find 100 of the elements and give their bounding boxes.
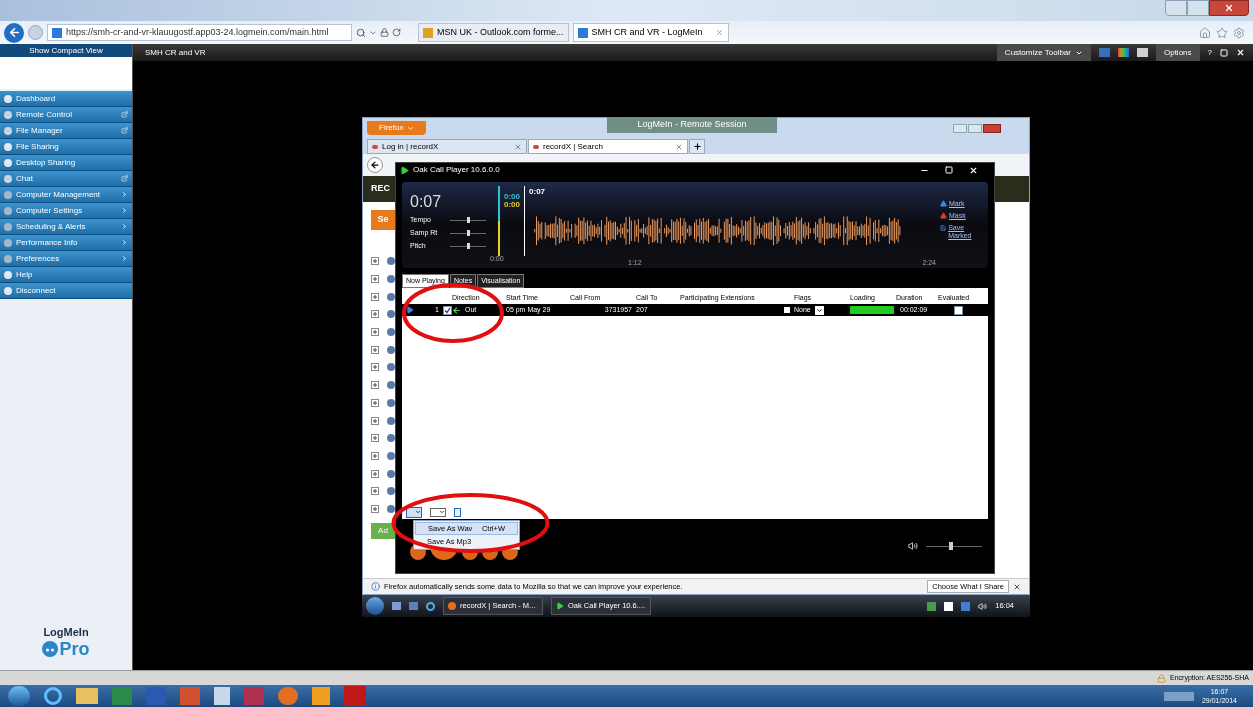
popout-icon	[121, 175, 128, 182]
export-dropdown-button[interactable]	[430, 507, 446, 517]
tab-icon	[372, 144, 378, 149]
info-icon	[371, 582, 380, 591]
caret-icon	[121, 191, 128, 198]
back-arrow-icon	[370, 160, 380, 170]
firefox-icon[interactable]	[278, 687, 298, 705]
expand-icon[interactable]	[371, 416, 379, 425]
document-icon[interactable]	[454, 507, 461, 517]
caret-icon	[415, 509, 421, 515]
maximize-icon[interactable]	[945, 165, 953, 174]
close-icon[interactable]	[1013, 582, 1021, 591]
star-icon[interactable]	[1216, 26, 1228, 39]
close-icon[interactable]	[1236, 48, 1245, 57]
expand-icon[interactable]	[371, 257, 379, 266]
search-icon[interactable]	[356, 27, 366, 38]
marker-time: 0:00	[504, 193, 520, 201]
expand-icon[interactable]	[371, 328, 379, 337]
expand-icon[interactable]	[371, 310, 379, 319]
expand-icon[interactable]	[371, 504, 379, 513]
expand-icon[interactable]	[371, 381, 379, 390]
caret-icon	[121, 255, 128, 262]
slider-thumb[interactable]	[466, 243, 470, 249]
slider-thumb[interactable]	[466, 230, 470, 236]
back-button[interactable]	[367, 157, 383, 173]
expand-icon[interactable]	[371, 345, 379, 354]
sidebar-item[interactable]: Computer Settings	[0, 203, 132, 219]
customize-toolbar-button[interactable]: Customize Toolbar	[996, 44, 1091, 61]
slider-thumb[interactable]	[466, 217, 470, 223]
speaker-icon	[978, 601, 988, 611]
sidebar-item[interactable]: Scheduling & Alerts	[0, 219, 132, 235]
help-button[interactable]: ?	[1207, 46, 1212, 59]
screen-icon[interactable]	[1098, 48, 1110, 57]
expand-icon[interactable]	[371, 275, 379, 284]
sidebar-item[interactable]: File Manager	[0, 123, 132, 139]
popout-icon	[121, 111, 128, 118]
network-icon	[961, 601, 971, 611]
home-icon[interactable]	[1199, 26, 1211, 39]
popout-icon	[121, 127, 128, 134]
player-title: Oak Call Player 10.6.0.0	[413, 164, 500, 176]
browser-tab[interactable]: SMH CR and VR - LogMeIn	[572, 23, 729, 42]
browser-tab[interactable]: MSN UK - Outlook.com forme...	[418, 23, 569, 42]
sidebar-item[interactable]: File Sharing	[0, 139, 132, 155]
start-orb-icon[interactable]	[366, 597, 384, 615]
save-icon	[940, 224, 947, 232]
sidebar-item[interactable]: Dashboard	[0, 91, 132, 107]
sidebar-item[interactable]: Help	[0, 267, 132, 283]
toolbar-title: SMH CR and VR	[145, 46, 206, 59]
browser-tab[interactable]: recordX | Search	[528, 139, 688, 154]
plus-icon	[692, 142, 702, 151]
save-dropdown-button[interactable]	[406, 506, 422, 518]
lock-icon	[1157, 673, 1166, 683]
arrow-icon	[452, 305, 461, 315]
browser-tab[interactable]: Log in | recordX	[367, 139, 527, 154]
maximize-icon[interactable]	[1220, 48, 1228, 57]
back-arrow-icon	[7, 26, 21, 39]
expand-icon[interactable]	[371, 292, 379, 301]
lock-icon	[380, 28, 389, 37]
close-icon[interactable]	[969, 165, 978, 175]
volume-thumb[interactable]	[949, 541, 954, 550]
caret-icon	[815, 306, 823, 314]
dropdown-button[interactable]	[814, 305, 824, 315]
sidebar-item[interactable]: Desktop Sharing	[0, 155, 132, 171]
tray-icons[interactable]	[1163, 691, 1194, 701]
sidebar-item[interactable]: Computer Management	[0, 187, 132, 203]
expand-icon[interactable]	[371, 363, 379, 372]
expand-icon[interactable]	[371, 487, 379, 496]
caret-icon	[121, 239, 128, 246]
sidebar-item[interactable]: Chat	[0, 171, 132, 187]
caret-icon	[121, 223, 128, 230]
refresh-icon[interactable]	[392, 28, 401, 37]
site-icon	[423, 27, 433, 38]
expand-icon[interactable]	[371, 451, 379, 460]
new-tab-button[interactable]	[689, 139, 705, 154]
close-button[interactable]	[1209, 0, 1249, 16]
browser-icon[interactable]	[426, 601, 435, 611]
checkbox[interactable]	[953, 305, 963, 315]
compact-view-toggle[interactable]: Show Compact View	[0, 44, 132, 57]
tab-icon	[533, 144, 539, 149]
options-button[interactable]: Options	[1155, 44, 1200, 61]
expand-icon[interactable]	[371, 398, 379, 407]
close-button[interactable]	[983, 123, 1001, 133]
caret-icon	[121, 207, 128, 214]
caret-icon	[439, 509, 445, 515]
address-field[interactable]: https://smh-cr-and-vr-klauugostf.app03-24.logmein.com/main.html	[47, 24, 352, 41]
logo-icon	[42, 641, 59, 657]
expand-icon[interactable]	[371, 434, 379, 443]
expand-icon[interactable]	[371, 469, 379, 478]
session-banner: LogMeIn - Remote Session	[607, 117, 777, 133]
logo-name: LogMeIn	[43, 624, 89, 640]
checkbox[interactable]	[443, 305, 452, 315]
start-orb-icon[interactable]	[8, 686, 30, 706]
browser-icon[interactable]	[44, 687, 62, 705]
colors-icon[interactable]	[1117, 48, 1129, 57]
sidebar-item[interactable]: Performance Info	[0, 235, 132, 251]
sidebar-item[interactable]: Disconnect	[0, 283, 132, 299]
sidebar-item[interactable]: Preferences	[0, 251, 132, 267]
speaker-icon	[908, 541, 918, 551]
sidebar-item[interactable]: Remote Control	[0, 107, 132, 123]
network-icon[interactable]	[1136, 48, 1148, 57]
